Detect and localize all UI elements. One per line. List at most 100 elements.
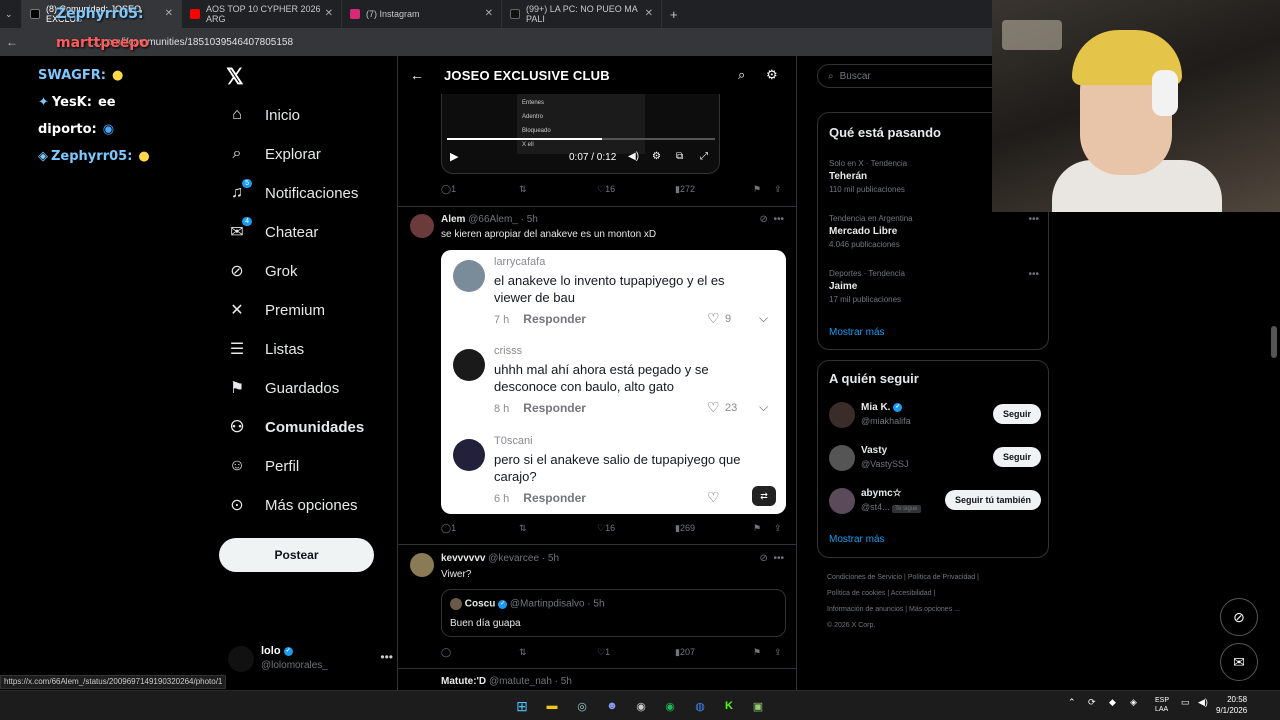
- more-icon[interactable]: •••: [380, 650, 393, 664]
- post-menu[interactable]: ⊘ •••: [760, 553, 784, 564]
- post-button[interactable]: Postear: [219, 538, 374, 572]
- grok-float-icon[interactable]: ⊘: [1220, 598, 1258, 636]
- follow-button[interactable]: Seguir: [992, 404, 1041, 424]
- avatar[interactable]: [410, 553, 434, 577]
- follow-button[interactable]: Seguir: [992, 447, 1041, 467]
- clock[interactable]: 20:58 9/1/2026: [1216, 694, 1247, 716]
- x-logo-icon[interactable]: 𝕏: [226, 64, 244, 90]
- reply-button[interactable]: ◯ 1: [441, 184, 456, 195]
- close-icon[interactable]: ✕: [165, 8, 173, 19]
- tab-2[interactable]: (7) Instagram ✕: [342, 0, 502, 28]
- repost-button[interactable]: ⇅: [519, 647, 527, 658]
- follow-suggestion[interactable]: Mia K. ✓ @miakhalifa Seguir: [829, 400, 1041, 430]
- views-button[interactable]: ▮ 207: [675, 647, 695, 658]
- sidebar-item-notifications[interactable]: ♫ 5 Notificaciones: [226, 174, 358, 212]
- new-tab-button[interactable]: +: [662, 0, 692, 28]
- chat-line: ✦ YesK: ee: [38, 95, 116, 110]
- bookmark-button[interactable]: ⚑: [753, 523, 761, 534]
- share-button[interactable]: ⇪: [774, 184, 782, 195]
- trend-item[interactable]: Tendencia en Argentina Mercado Libre 4.0…: [829, 214, 1039, 249]
- instagram-icon: [350, 9, 360, 19]
- reply-button[interactable]: ◯ 1: [441, 523, 456, 534]
- sidebar-item-profile[interactable]: ☺ Perfil: [226, 447, 299, 485]
- main-column: ← JOSEO EXCLUSIVE CLUB ⌕ ⚙ Entenes Adent…: [397, 56, 797, 690]
- file-explorer-icon[interactable]: ▬: [542, 696, 562, 716]
- close-icon[interactable]: ✕: [645, 8, 653, 19]
- tab-1[interactable]: AOS TOP 10 CYPHER 2026 ARG ✕: [182, 0, 342, 28]
- messages-float-icon[interactable]: ✉: [1220, 643, 1258, 681]
- show-more-link[interactable]: Mostrar más: [829, 534, 885, 545]
- share-button[interactable]: ⇪: [774, 523, 782, 534]
- gear-icon[interactable]: ⚙: [766, 67, 778, 83]
- views-button[interactable]: ▮ 269: [675, 523, 695, 534]
- tab-list-button[interactable]: ⌄: [0, 0, 22, 28]
- tiktok-comments-image[interactable]: larrycafafa el anakeve lo invento tupapi…: [441, 250, 786, 514]
- sidebar-item-premium[interactable]: ✕ Premium: [226, 291, 325, 329]
- repost-button[interactable]: ⇅: [519, 523, 527, 534]
- show-more-link[interactable]: Mostrar más: [829, 327, 885, 338]
- tray-icon[interactable]: ⟳: [1088, 697, 1096, 708]
- sidebar-item-home[interactable]: ⌂ Inicio: [226, 96, 300, 134]
- bookmark-button[interactable]: ⚑: [753, 647, 761, 658]
- volume-icon[interactable]: ◀): [628, 151, 639, 162]
- play-icon[interactable]: ▶: [450, 150, 458, 163]
- post-text: se kieren apropiar del anakeve es un mon…: [441, 229, 657, 240]
- like-button[interactable]: ♡ 16: [597, 184, 615, 195]
- more-icon[interactable]: •••: [1028, 269, 1039, 280]
- settings-icon[interactable]: ⚙: [652, 151, 661, 162]
- tray-icon[interactable]: ◈: [1130, 697, 1137, 708]
- follow-button[interactable]: Seguir tú también: [944, 490, 1041, 510]
- chrome-icon[interactable]: ◍: [690, 696, 710, 716]
- discord-icon[interactable]: ☻: [602, 696, 622, 716]
- like-button[interactable]: ♡ 1: [597, 647, 610, 658]
- like-button[interactable]: ♡ 16: [597, 523, 615, 534]
- bookmark-button[interactable]: ⚑: [753, 184, 761, 195]
- sidebar-item-chat[interactable]: ✉ 4 Chatear: [226, 213, 318, 251]
- sidebar-item-bookmarks[interactable]: ⚑ Guardados: [226, 369, 339, 407]
- stream-chat-overlay: SWAGFR: ● ✦ YesK: ee diporto: ◉ ◈ Zephyrr05: ●: [38, 62, 218, 170]
- spotify-icon[interactable]: ◉: [660, 696, 680, 716]
- avatar[interactable]: [410, 214, 434, 238]
- sidebar-item-grok[interactable]: ⊘ Grok: [226, 252, 297, 290]
- fullscreen-icon[interactable]: ⤢: [700, 151, 708, 162]
- share-button[interactable]: ⇪: [774, 647, 782, 658]
- reply-button[interactable]: ◯: [441, 647, 451, 658]
- views-button[interactable]: ▮ 272: [675, 184, 695, 195]
- windows-start-icon[interactable]: ⊞: [512, 696, 532, 716]
- more-icon[interactable]: •••: [1028, 214, 1039, 225]
- sidebar-item-communities[interactable]: ⚇ Comunidades: [226, 408, 364, 446]
- network-icon[interactable]: ▭: [1181, 697, 1190, 708]
- repost-button[interactable]: ⇅: [519, 184, 527, 195]
- pip-icon[interactable]: ⧉: [676, 151, 683, 162]
- quoted-post[interactable]: Coscu ✓ @Martinpdisalvo · 5h Buen día gu…: [441, 589, 786, 637]
- post-menu[interactable]: ⊘ •••: [760, 214, 784, 225]
- back-arrow-icon[interactable]: ←: [410, 67, 424, 83]
- account-switcher[interactable]: lolo ✓ @lolomorales_ •••: [228, 644, 393, 676]
- youtube-icon: [190, 9, 200, 19]
- sidebar-item-more[interactable]: ⊙ Más opciones: [226, 486, 357, 524]
- search-icon[interactable]: ⌕: [738, 67, 745, 83]
- back-arrow-icon[interactable]: ←: [0, 35, 24, 49]
- steam-icon[interactable]: ◎: [572, 696, 592, 716]
- video-player[interactable]: Entenes Adentro Bloqueado X ell ▶ 0:07 /…: [441, 94, 720, 174]
- avatar: [453, 439, 485, 471]
- close-icon[interactable]: ✕: [485, 8, 493, 19]
- obs-icon[interactable]: ◉: [631, 696, 651, 716]
- tray-icon[interactable]: ◆: [1109, 697, 1116, 708]
- x-icon: [30, 9, 40, 19]
- kick-icon[interactable]: K: [719, 696, 739, 716]
- tab-3[interactable]: (99+) LA PC: NO PUEO MA PALI ✕: [502, 0, 662, 28]
- scrollbar[interactable]: [1271, 326, 1277, 358]
- sidebar-item-explore[interactable]: ⌕ Explorar: [226, 135, 321, 173]
- close-icon[interactable]: ✕: [325, 8, 333, 19]
- tray-expand-icon[interactable]: ⌃: [1068, 697, 1076, 708]
- follow-title: A quién seguir: [829, 371, 919, 386]
- x-premium-icon: ✕: [230, 302, 244, 319]
- follow-suggestion[interactable]: Vasty @VastySSJ Seguir: [829, 443, 1041, 473]
- language-indicator[interactable]: ESP LAA: [1155, 696, 1169, 714]
- follow-suggestion[interactable]: abymc☆ @st4... Te sigue Seguir tú tambié…: [829, 486, 1041, 516]
- app-icon[interactable]: ▣: [748, 696, 768, 716]
- trend-item[interactable]: Deportes · Tendencia Jaime 17 mil public…: [829, 269, 1039, 304]
- sidebar-item-lists[interactable]: ☰ Listas: [226, 330, 304, 368]
- volume-icon[interactable]: ◀): [1198, 697, 1208, 708]
